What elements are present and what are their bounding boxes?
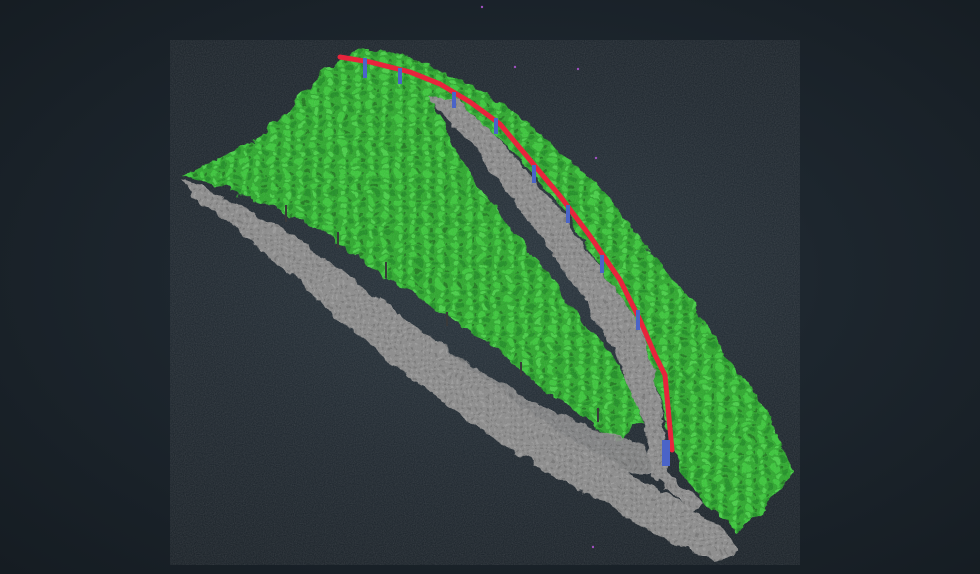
pole bbox=[398, 68, 402, 84]
point-cloud-scene bbox=[170, 5, 800, 565]
pole bbox=[662, 440, 670, 466]
pole bbox=[636, 310, 640, 330]
point-noise-overlay bbox=[170, 40, 800, 565]
pole bbox=[532, 165, 536, 183]
pole bbox=[452, 92, 456, 108]
pole bbox=[363, 58, 367, 78]
pole bbox=[600, 255, 604, 273]
pole bbox=[494, 118, 498, 134]
point-cloud-viewport[interactable] bbox=[0, 0, 980, 574]
pole bbox=[566, 205, 570, 223]
